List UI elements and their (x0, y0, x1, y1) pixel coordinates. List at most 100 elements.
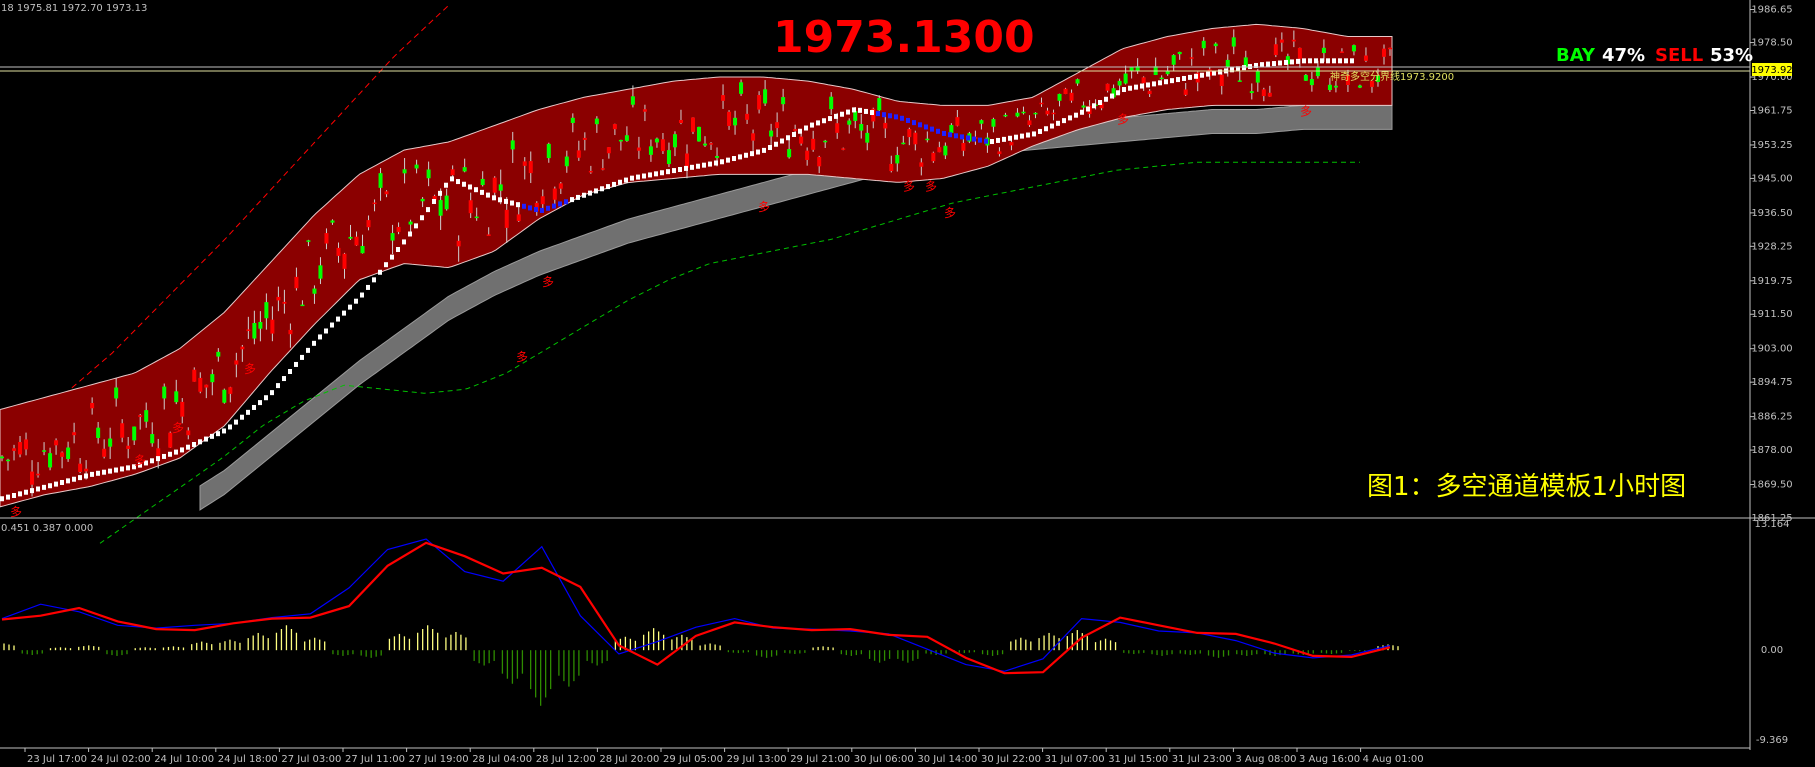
step-segment (354, 298, 358, 304)
step-segment (288, 369, 292, 375)
candle-body (715, 156, 720, 158)
candle-body (1381, 48, 1386, 57)
step-segment (768, 145, 772, 151)
candle-body (1351, 45, 1356, 52)
step-segment (234, 419, 238, 425)
candle-body (1261, 89, 1266, 97)
step-segment (582, 192, 586, 198)
step-segment (1278, 60, 1282, 66)
step-segment (864, 108, 868, 114)
candle-body (144, 410, 149, 422)
candle-body (1069, 92, 1074, 101)
price-tick-label: 1911.50 (1751, 309, 1792, 320)
step-segment (120, 466, 124, 472)
candle-body (1255, 71, 1260, 83)
candle-body (859, 124, 864, 131)
signal-marker: 多 (172, 421, 184, 435)
candle-body (841, 148, 846, 150)
candle-body (751, 133, 756, 141)
step-segment (1014, 134, 1018, 140)
candle-body (1051, 112, 1056, 115)
step-segment (1044, 126, 1048, 132)
candle-body (775, 122, 780, 129)
candle-body (1339, 51, 1344, 53)
step-segment (516, 202, 520, 208)
candle-body (1225, 59, 1230, 68)
candle-body (498, 184, 503, 191)
candle-body (234, 360, 239, 365)
step-segment (900, 115, 904, 121)
step-segment (450, 176, 454, 182)
candle-body (462, 167, 467, 172)
candle-body (438, 200, 443, 216)
step-segment (1260, 62, 1264, 68)
candle-body (264, 302, 269, 319)
sell-pct: 53% (1710, 45, 1753, 66)
step-segment (12, 492, 16, 498)
candle-body (114, 387, 119, 399)
candle-body (847, 120, 852, 125)
step-segment (552, 203, 556, 209)
candle-body (492, 177, 497, 193)
sell-label: SELL (1655, 45, 1703, 66)
step-segment (1050, 123, 1054, 129)
step-segment (1284, 59, 1288, 65)
candle-body (684, 153, 689, 168)
candle-body (901, 142, 906, 145)
step-segment (984, 138, 988, 144)
price-chart[interactable]: 多多多多多多多多 多多多多 1986.651978.501970.001961.7… (0, 0, 1815, 767)
candle-body (991, 119, 996, 127)
step-segment (1134, 84, 1138, 90)
price-tick-label: 1894.75 (1751, 377, 1792, 388)
candle-body (198, 377, 203, 392)
step-segment (102, 469, 106, 475)
candle-body (1321, 47, 1326, 54)
candle-body (1291, 39, 1296, 42)
candle-body (12, 448, 17, 451)
candle-body (1039, 102, 1044, 105)
step-segment (606, 184, 610, 190)
step-segment (678, 166, 682, 172)
candle-body (1237, 80, 1242, 82)
candle-body (252, 322, 257, 339)
candle-body (1129, 67, 1134, 71)
candle-body (180, 401, 185, 417)
step-segment (360, 292, 364, 298)
candle-body (366, 220, 371, 228)
step-segment (660, 170, 664, 176)
candle-body (865, 132, 870, 143)
candle-body (72, 432, 77, 436)
step-segment (258, 400, 262, 406)
step-segment (84, 473, 88, 479)
step-segment (342, 310, 346, 316)
step-segment (990, 139, 994, 145)
candle-body (48, 453, 53, 468)
time-tick-label: 3 Aug 08:00 (1235, 754, 1296, 765)
candle-body (949, 125, 954, 133)
candle-body (1333, 85, 1338, 88)
step-segment (654, 171, 658, 177)
step-segment (558, 201, 562, 207)
step-segment (1230, 67, 1234, 73)
candle-body (1021, 111, 1026, 114)
step-segment (1002, 136, 1006, 142)
step-segment (798, 128, 802, 134)
candle-body (444, 195, 449, 210)
time-tick-label: 29 Jul 05:00 (663, 754, 723, 765)
time-tick-label: 29 Jul 21:00 (790, 754, 850, 765)
step-segment (1296, 58, 1300, 64)
candle-body (0, 456, 4, 459)
candle-body (282, 301, 287, 304)
step-segment (432, 198, 436, 204)
time-tick-label: 31 Jul 15:00 (1108, 754, 1168, 765)
signal-marker: 多 (758, 200, 770, 214)
step-segment (474, 187, 478, 193)
ohlc-text: 18 1975.81 1972.70 1973.13 (1, 3, 147, 14)
candle-body (54, 440, 59, 446)
candle-body (1213, 43, 1218, 47)
step-segment (18, 491, 22, 497)
candle-body (342, 253, 347, 269)
candle-body (18, 442, 23, 455)
candle-body (450, 169, 455, 176)
candle-body (150, 434, 155, 444)
